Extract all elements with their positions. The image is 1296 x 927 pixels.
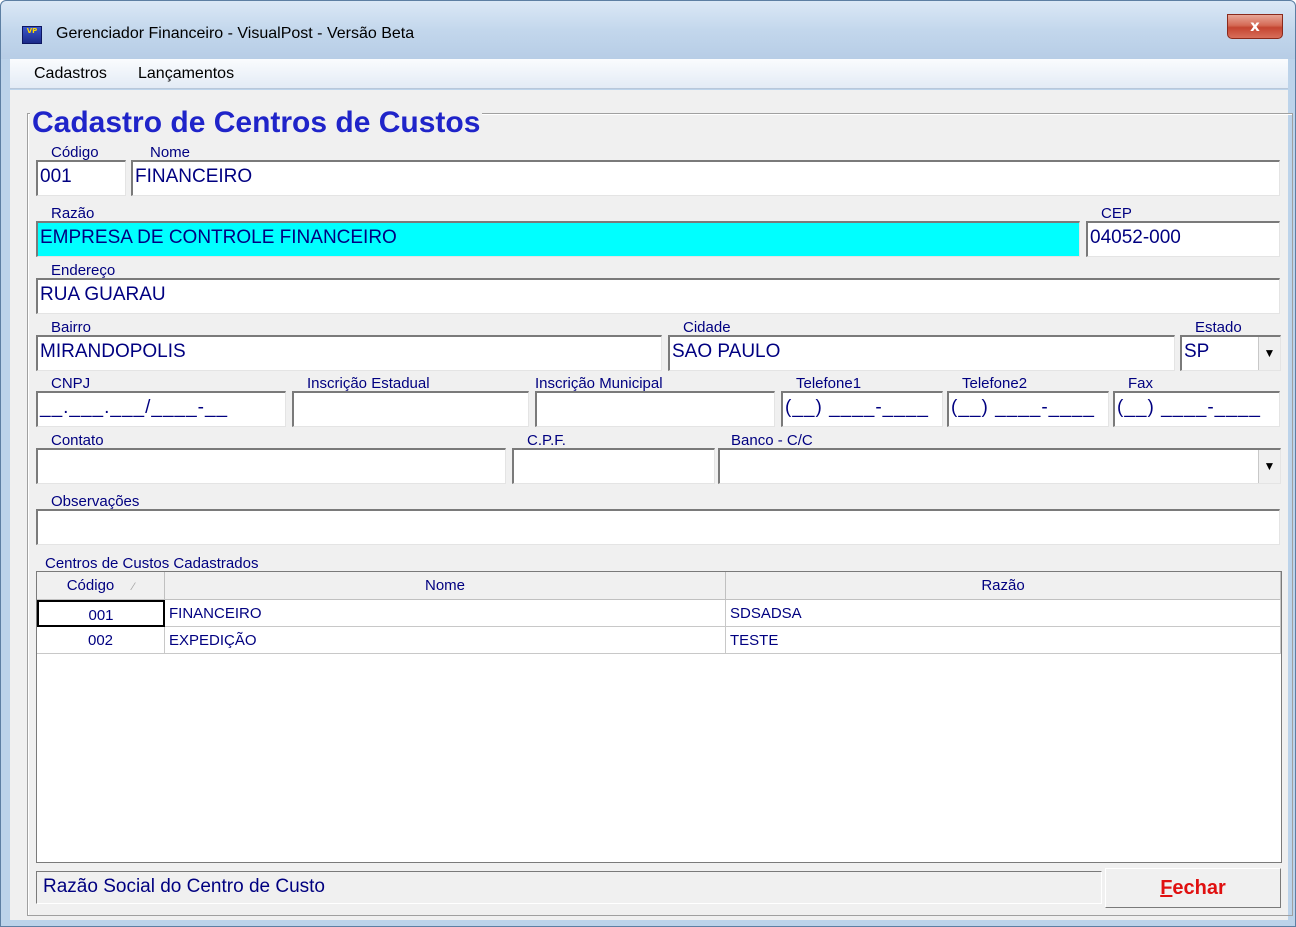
form-title: Cadastro de Centros de Custos [30,106,483,140]
fax-field[interactable]: (__) ____-____ [1113,391,1280,427]
menu-lancamentos[interactable]: Lançamentos [138,65,234,83]
codigo-label: Código [51,144,99,161]
menu-bar: Cadastros Lançamentos [10,59,1288,89]
cep-label: CEP [1101,205,1132,222]
table-row-cell-nome[interactable]: FINANCEIRO [165,600,726,627]
estado-value: SP [1184,341,1210,362]
estado-label: Estado [1195,319,1242,336]
inscricao-estadual-field[interactable] [292,391,529,427]
bairro-label: Bairro [51,319,92,336]
inscricao-municipal-label: Inscrição Municipal [535,375,663,392]
observacoes-label: Observações [51,493,140,510]
telefone1-mask: (__) ____-____ [785,397,929,418]
cnpj-mask: __.___.___/____-__ [40,397,229,418]
bairro-field[interactable]: MIRANDOPOLIS [36,335,662,371]
column-header-nome[interactable]: Nome [165,572,726,600]
banco-select[interactable]: ▼ [718,448,1281,484]
contato-field[interactable] [36,448,506,484]
nome-label: Nome [150,144,191,161]
centros-grid[interactable]: Código ⁄ Nome Razão 001 FINANCEIRO SDSAD… [36,571,1282,863]
table-row-cell-codigo[interactable]: 001 [37,600,165,627]
codigo-field[interactable]: 001 [36,160,126,196]
cnpj-label: CNPJ [51,375,91,392]
window-title: Gerenciador Financeiro - VisualPost - Ve… [56,25,415,42]
title-bar[interactable]: VP Gerenciador Financeiro - VisualPost -… [1,1,1295,59]
cep-field[interactable]: 04052-000 [1086,221,1280,257]
fax-label: Fax [1128,375,1154,392]
cnpj-field[interactable]: __.___.___/____-__ [36,391,286,427]
close-button[interactable]: x [1227,14,1283,39]
telefone2-field[interactable]: (__) ____-____ [947,391,1109,427]
cpf-label: C.P.F. [527,432,566,449]
contato-label: Contato [51,432,104,449]
observacoes-field[interactable] [36,509,1280,545]
razao-label: Razão [51,205,95,222]
column-header-razao[interactable]: Razão [726,572,1281,600]
cidade-label: Cidade [683,319,731,336]
chevron-down-icon[interactable]: ▼ [1258,337,1280,370]
chevron-down-icon[interactable]: ▼ [1258,450,1280,483]
razao-field[interactable]: EMPRESA DE CONTROLE FINANCEIRO [36,221,1080,257]
inscricao-municipal-field[interactable] [535,391,775,427]
grid-label: Centros de Custos Cadastrados [45,555,259,572]
telefone2-mask: (__) ____-____ [951,397,1095,418]
cidade-field[interactable]: SAO PAULO [668,335,1175,371]
table-row-cell-codigo[interactable]: 002 [37,627,165,654]
banco-label: Banco - C/C [731,432,813,449]
endereco-field[interactable]: RUA GUARAU [36,278,1280,314]
menu-cadastros[interactable]: Cadastros [34,65,107,83]
column-header-codigo-label: Código [66,577,115,594]
estado-select[interactable]: SP ▼ [1180,335,1281,371]
column-header-codigo[interactable]: Código ⁄ [37,572,165,600]
fax-mask: (__) ____-____ [1117,397,1261,418]
telefone1-label: Telefone1 [796,375,862,392]
table-row-cell-razao[interactable]: TESTE [726,627,1281,654]
fechar-button[interactable]: Fechar [1105,868,1281,908]
inscricao-estadual-label: Inscrição Estadual [307,375,430,392]
telefone1-field[interactable]: (__) ____-____ [781,391,943,427]
nome-field[interactable]: FINANCEIRO [131,160,1280,196]
telefone2-label: Telefone2 [962,375,1028,392]
table-row-cell-nome[interactable]: EXPEDIÇÃO [165,627,726,654]
endereco-label: Endereço [51,262,116,279]
sort-indicator-icon: ⁄ [132,581,135,593]
fechar-label: Fechar [1160,877,1226,899]
cpf-field[interactable] [512,448,715,484]
table-row-cell-razao[interactable]: SDSADSA [726,600,1281,627]
status-bar: Razão Social do Centro de Custo [36,871,1102,904]
app-logo-icon: VP [22,26,42,44]
